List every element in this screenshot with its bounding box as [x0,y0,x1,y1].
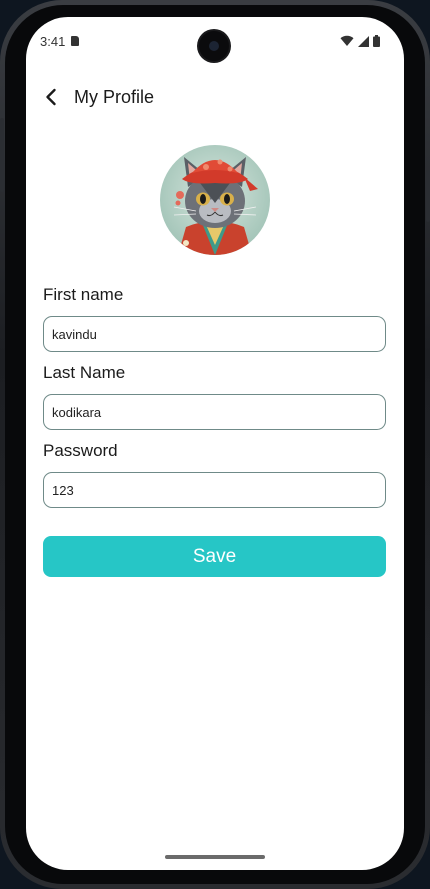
wifi-icon [340,35,354,46]
avatar[interactable] [160,145,270,255]
app-header: My Profile [26,81,404,113]
password-field[interactable] [43,472,386,508]
status-bar: 3:41 [26,17,404,65]
app-screen: 3:41 My Profile First name kavindu Last … [26,17,404,870]
last-name-label: Last Name [43,363,126,382]
chevron-left-icon [46,88,56,106]
last-name-field[interactable] [43,394,386,430]
first-name-field[interactable] [43,316,386,352]
password-label: Password [43,441,118,460]
page-title: My Profile [74,87,155,107]
power-button [426,170,430,222]
status-icons [340,35,380,47]
home-indicator[interactable] [165,855,265,859]
front-camera [199,31,229,61]
signal-icon [358,35,369,47]
save-button[interactable]: Save [43,536,386,577]
status-time: 3:41 [40,34,66,49]
phone-frame: 3:41 My Profile First name kavindu Last … [0,0,430,889]
sd-card-icon [71,36,79,46]
volume-button [0,118,4,192]
back-button[interactable] [38,83,66,111]
first-name-label: First name [43,285,124,304]
battery-icon [373,35,380,47]
cat-avatar-icon [160,145,270,255]
